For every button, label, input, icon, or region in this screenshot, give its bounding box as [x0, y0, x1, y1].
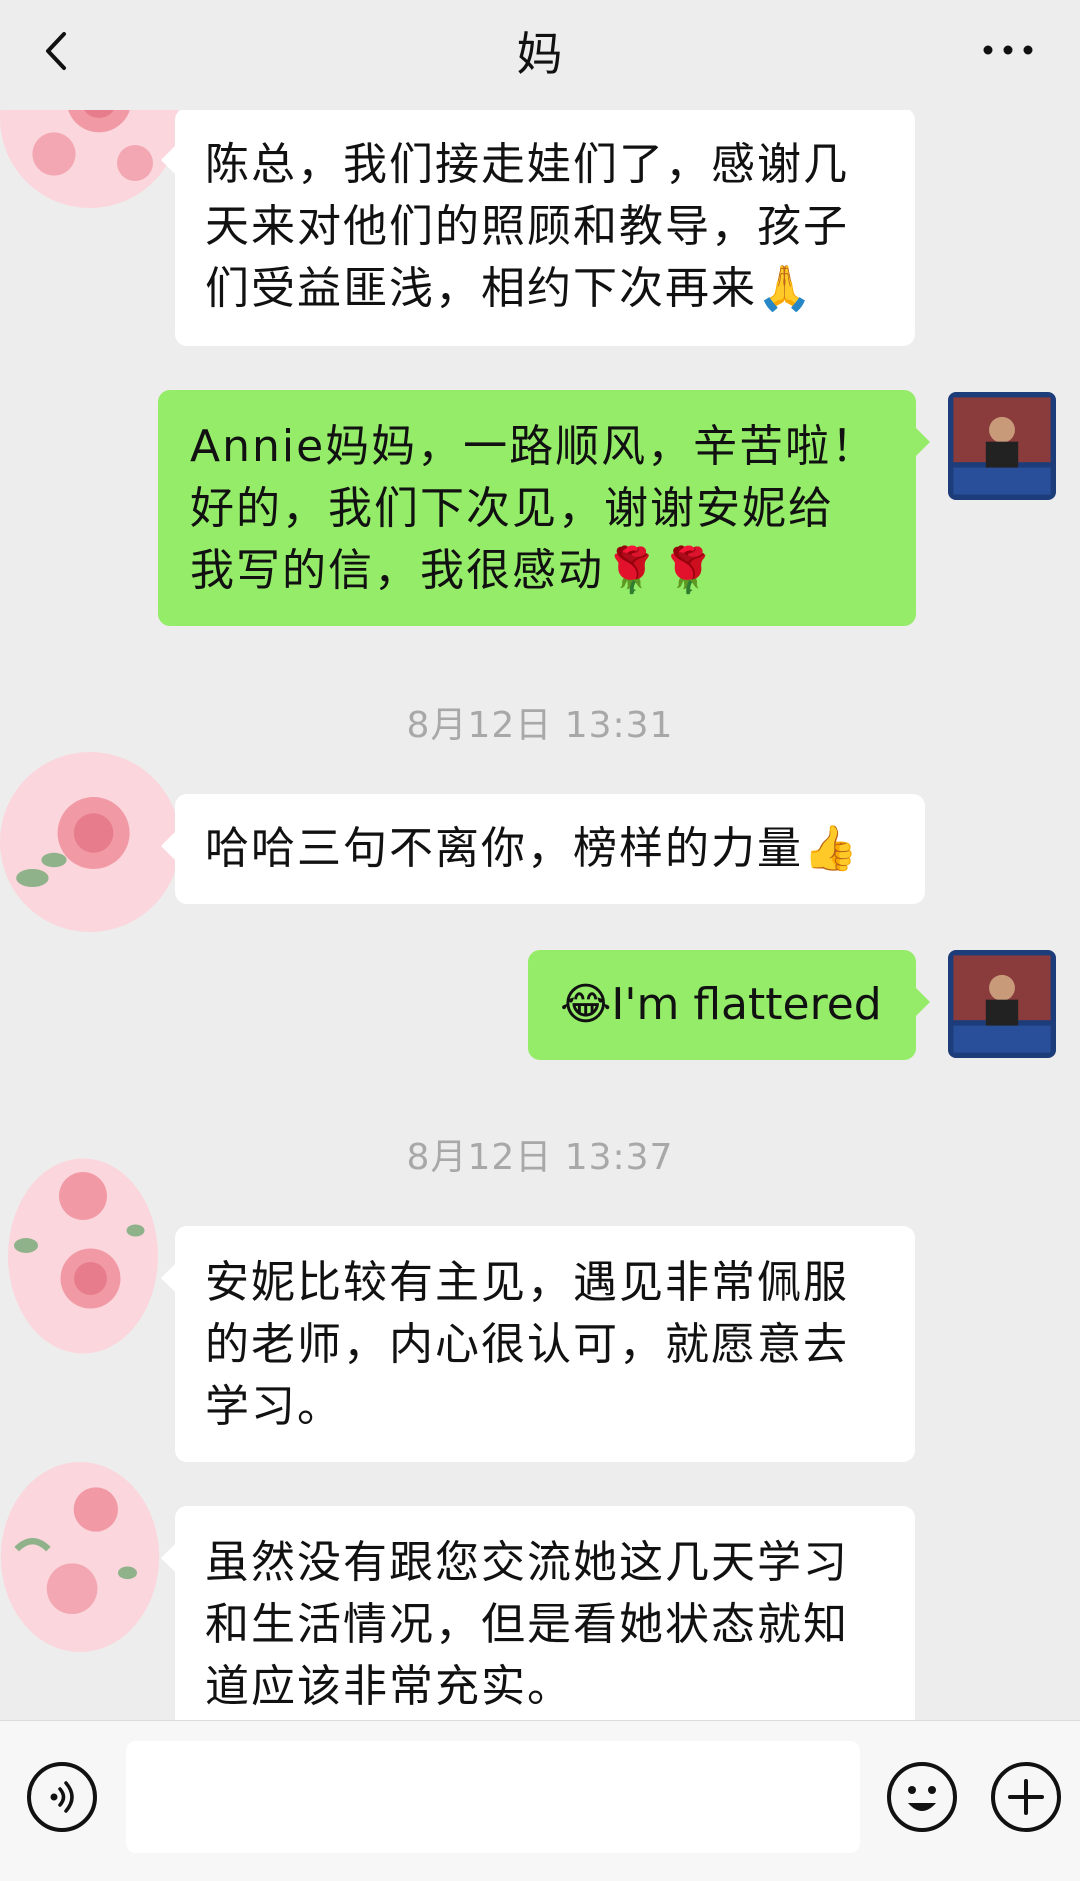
- contact-avatar[interactable]: [0, 752, 180, 932]
- message-bubble[interactable]: 哈哈三句不离你，榜样的力量👍: [161, 794, 925, 904]
- contact-avatar[interactable]: [8, 1156, 158, 1356]
- my-avatar[interactable]: [948, 392, 1056, 500]
- chat-area[interactable]: 陈总，我们接走娃们了，感谢几 天来对他们的照顾和教导，孩子 们受益匪浅，相约下次…: [0, 0, 1080, 1720]
- message-text: 哈哈三句不离你，榜样的力量👍: [205, 823, 860, 874]
- my-avatar[interactable]: [948, 950, 1056, 1058]
- message-text: Annie妈妈，一路顺风，辛苦啦！ 好的，我们下次见，谢谢安妮给 我写的信，我很…: [190, 421, 878, 596]
- profile-photo-image: [948, 950, 1056, 1058]
- rose-avatar-image: [0, 752, 180, 932]
- voice-icon[interactable]: [26, 1761, 98, 1833]
- message-text: 陈总，我们接走娃们了，感谢几 天来对他们的照顾和教导，孩子 们受益匪浅，相约下次…: [205, 139, 849, 314]
- more-dots-icon[interactable]: [980, 40, 1036, 60]
- timestamp: 8月12日 13:31: [406, 705, 674, 746]
- contact-avatar[interactable]: [0, 1462, 160, 1652]
- emoji-icon[interactable]: [886, 1761, 958, 1833]
- rose-avatar-image: [0, 1462, 160, 1652]
- message-input[interactable]: [126, 1741, 860, 1853]
- chat-header: 妈: [0, 0, 1080, 110]
- message-bubble[interactable]: 安妮比较有主见，遇见非常佩服 的老师，内心很认可，就愿意去 学习。: [161, 1226, 915, 1462]
- input-bar: [0, 1720, 1080, 1881]
- message-bubble[interactable]: 😂I'm flattered: [528, 950, 930, 1060]
- message-text: 安妮比较有主见，遇见非常佩服 的老师，内心很认可，就愿意去 学习。: [205, 1257, 849, 1432]
- message-bubble[interactable]: 陈总，我们接走娃们了，感谢几 天来对他们的照顾和教导，孩子 们受益匪浅，相约下次…: [161, 108, 915, 346]
- timestamp: 8月12日 13:37: [406, 1137, 674, 1178]
- profile-photo-image: [948, 392, 1056, 500]
- rose-avatar-image: [8, 1158, 158, 1354]
- message-bubble[interactable]: Annie妈妈，一路顺风，辛苦啦！ 好的，我们下次见，谢谢安妮给 我写的信，我很…: [158, 390, 930, 626]
- plus-icon[interactable]: [990, 1761, 1062, 1833]
- chat-title: 妈: [516, 27, 564, 81]
- message-text: 😂I'm flattered: [560, 979, 882, 1030]
- message-text: 虽然没有跟您交流她这几天学习 和生活情况，但是看她状态就知 道应该非常充实。: [205, 1537, 849, 1712]
- message-bubble[interactable]: 虽然没有跟您交流她这几天学习 和生活情况，但是看她状态就知 道应该非常充实。: [161, 1506, 915, 1720]
